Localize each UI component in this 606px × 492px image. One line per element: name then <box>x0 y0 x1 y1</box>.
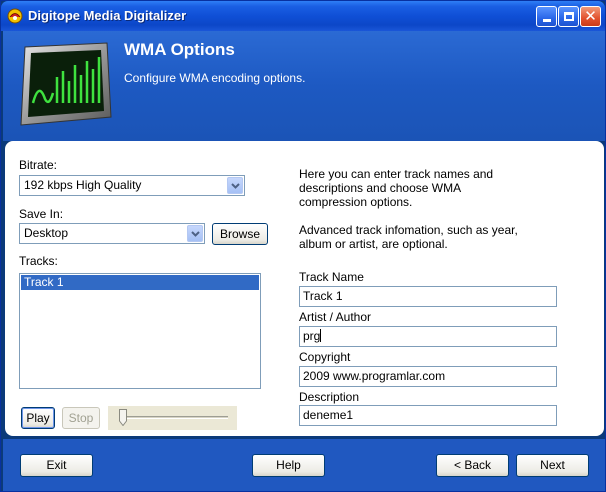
track-name-input[interactable]: Track 1 <box>299 286 557 307</box>
artist-label: Artist / Author <box>299 310 372 324</box>
slider-track <box>120 416 228 419</box>
copyright-label: Copyright <box>299 350 351 364</box>
close-icon: ✕ <box>584 7 597 25</box>
minimize-button[interactable] <box>536 6 557 27</box>
title-bar[interactable]: Digitope Media Digitalizer ✕ <box>1 1 605 31</box>
list-item[interactable]: Track 1 <box>21 275 259 290</box>
tracks-label: Tracks: <box>19 254 58 268</box>
window-title: Digitope Media Digitalizer <box>28 8 187 23</box>
description-input[interactable]: deneme1 <box>299 405 557 426</box>
chevron-down-icon[interactable] <box>187 225 203 242</box>
artist-value: prg <box>303 329 321 343</box>
tracks-listbox[interactable]: Track 1 <box>19 273 261 389</box>
back-button[interactable]: < Back <box>436 454 509 477</box>
position-slider[interactable] <box>108 406 237 430</box>
wizard-header: WMA Options Configure WMA encoding optio… <box>3 31 605 141</box>
save-in-select[interactable]: Desktop <box>19 223 205 244</box>
copyright-input[interactable]: 2009 www.programlar.com <box>299 366 557 387</box>
track-name-label: Track Name <box>299 270 364 284</box>
save-in-value: Desktop <box>24 226 69 240</box>
play-button[interactable]: Play <box>21 407 55 429</box>
app-window: Digitope Media Digitalizer ✕ WMA Options… <box>0 0 606 492</box>
waveform-monitor-icon <box>20 42 112 126</box>
maximize-icon <box>563 12 574 21</box>
close-button[interactable]: ✕ <box>580 6 601 27</box>
bitrate-value: 192 kbps High Quality <box>24 178 142 192</box>
maximize-button[interactable] <box>558 6 579 27</box>
options-panel: Bitrate: 192 kbps High Quality Save In: … <box>5 141 604 436</box>
minimize-icon <box>542 19 551 22</box>
exit-button[interactable]: Exit <box>20 454 93 477</box>
info-text-1: Here you can enter track names and descr… <box>299 167 494 209</box>
bitrate-label: Bitrate: <box>19 158 58 172</box>
browse-button[interactable]: Browse <box>212 223 268 245</box>
text-caret <box>320 329 322 342</box>
wizard-footer: Exit Help < Back Next <box>3 439 605 491</box>
slider-thumb[interactable] <box>119 409 127 426</box>
bitrate-select[interactable]: 192 kbps High Quality <box>19 175 245 196</box>
page-subtitle: Configure WMA encoding options. <box>124 71 306 85</box>
stop-button[interactable]: Stop <box>62 407 100 429</box>
chevron-down-icon[interactable] <box>227 177 243 194</box>
artist-input[interactable]: prg <box>299 326 557 347</box>
description-label: Description <box>299 390 360 404</box>
next-button[interactable]: Next <box>516 454 589 477</box>
page-title: WMA Options <box>124 40 235 59</box>
help-button[interactable]: Help <box>252 454 325 477</box>
info-text-2: Advanced track infomation, such as year,… <box>299 223 518 251</box>
save-in-label: Save In: <box>19 207 64 221</box>
app-icon <box>7 8 23 24</box>
